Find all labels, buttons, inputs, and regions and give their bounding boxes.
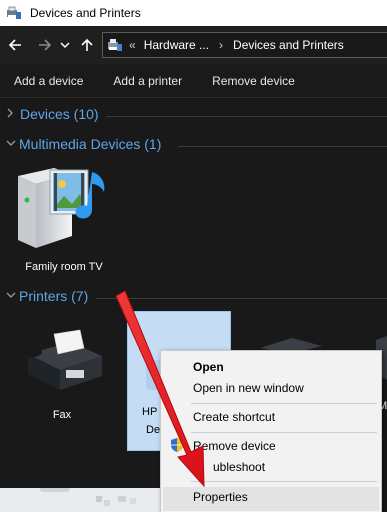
title-bar: Devices and Printers [0, 0, 387, 26]
chevron-right-icon [6, 108, 17, 121]
add-printer-button[interactable]: Add a printer [113, 74, 182, 88]
breadcrumb-separator[interactable]: › [219, 38, 223, 52]
command-bar: Add a device Add a printer Remove device [0, 64, 387, 98]
menu-separator [191, 403, 377, 404]
group-label-devices: Devices (10) [20, 106, 99, 122]
breadcrumb-devices-printers[interactable]: Devices and Printers [233, 38, 344, 52]
group-divider [178, 146, 387, 147]
device-label-hp-line2: De [146, 424, 161, 436]
back-arrow-icon[interactable] [2, 32, 28, 58]
context-menu: Open Open in new window Create shortcut … [160, 350, 382, 512]
device-family-room-tv[interactable]: Family room TV [14, 160, 114, 280]
group-header-printers[interactable]: Printers (7) [6, 288, 88, 304]
chevron-down-icon[interactable] [58, 32, 72, 58]
menu-item-troubleshoot[interactable]: ubleshoot [213, 460, 265, 474]
device-label-family-room-tv: Family room TV [25, 261, 103, 273]
group-label-multimedia: Multimedia Devices (1) [19, 136, 162, 152]
menu-item-remove-device[interactable]: Remove device [193, 439, 276, 453]
device-label-hp-line1: HP [142, 406, 158, 418]
address-bar[interactable]: « Hardware ... › Devices and Printers [102, 32, 387, 58]
chevron-down-icon [6, 290, 17, 302]
media-device-icon [18, 168, 105, 248]
remove-device-button[interactable]: Remove device [212, 74, 295, 88]
menu-item-open[interactable]: Open [193, 360, 224, 374]
group-header-devices[interactable]: Devices (10) [6, 106, 99, 122]
device-label-fax: Fax [52, 409, 72, 421]
group-divider [106, 116, 387, 117]
navigation-bar: « Hardware ... › Devices and Printers [0, 26, 387, 64]
uac-shield-icon [170, 437, 184, 456]
details-pane [0, 486, 160, 512]
fax-icon [22, 329, 102, 390]
menu-item-open-new-window[interactable]: Open in new window [193, 381, 304, 395]
group-header-multimedia[interactable]: Multimedia Devices (1) [6, 136, 161, 152]
menu-item-properties[interactable]: Properties [193, 490, 248, 504]
menu-item-create-shortcut[interactable]: Create shortcut [193, 410, 275, 424]
add-device-button[interactable]: Add a device [14, 74, 83, 88]
breadcrumb-hardware[interactable]: Hardware ... [144, 38, 209, 52]
breadcrumb-overflow[interactable]: « [129, 38, 136, 52]
devices-printers-app-icon [6, 6, 22, 20]
up-arrow-icon[interactable] [74, 32, 100, 58]
menu-separator [191, 481, 377, 482]
devices-printers-location-icon [107, 38, 123, 52]
window-title: Devices and Printers [30, 6, 141, 20]
group-label-printers: Printers (7) [19, 288, 89, 304]
menu-separator [191, 432, 377, 433]
device-fax[interactable]: Fax [10, 328, 114, 428]
forward-arrow-icon[interactable] [32, 32, 58, 58]
group-divider [96, 298, 387, 299]
chevron-down-icon [6, 138, 17, 150]
